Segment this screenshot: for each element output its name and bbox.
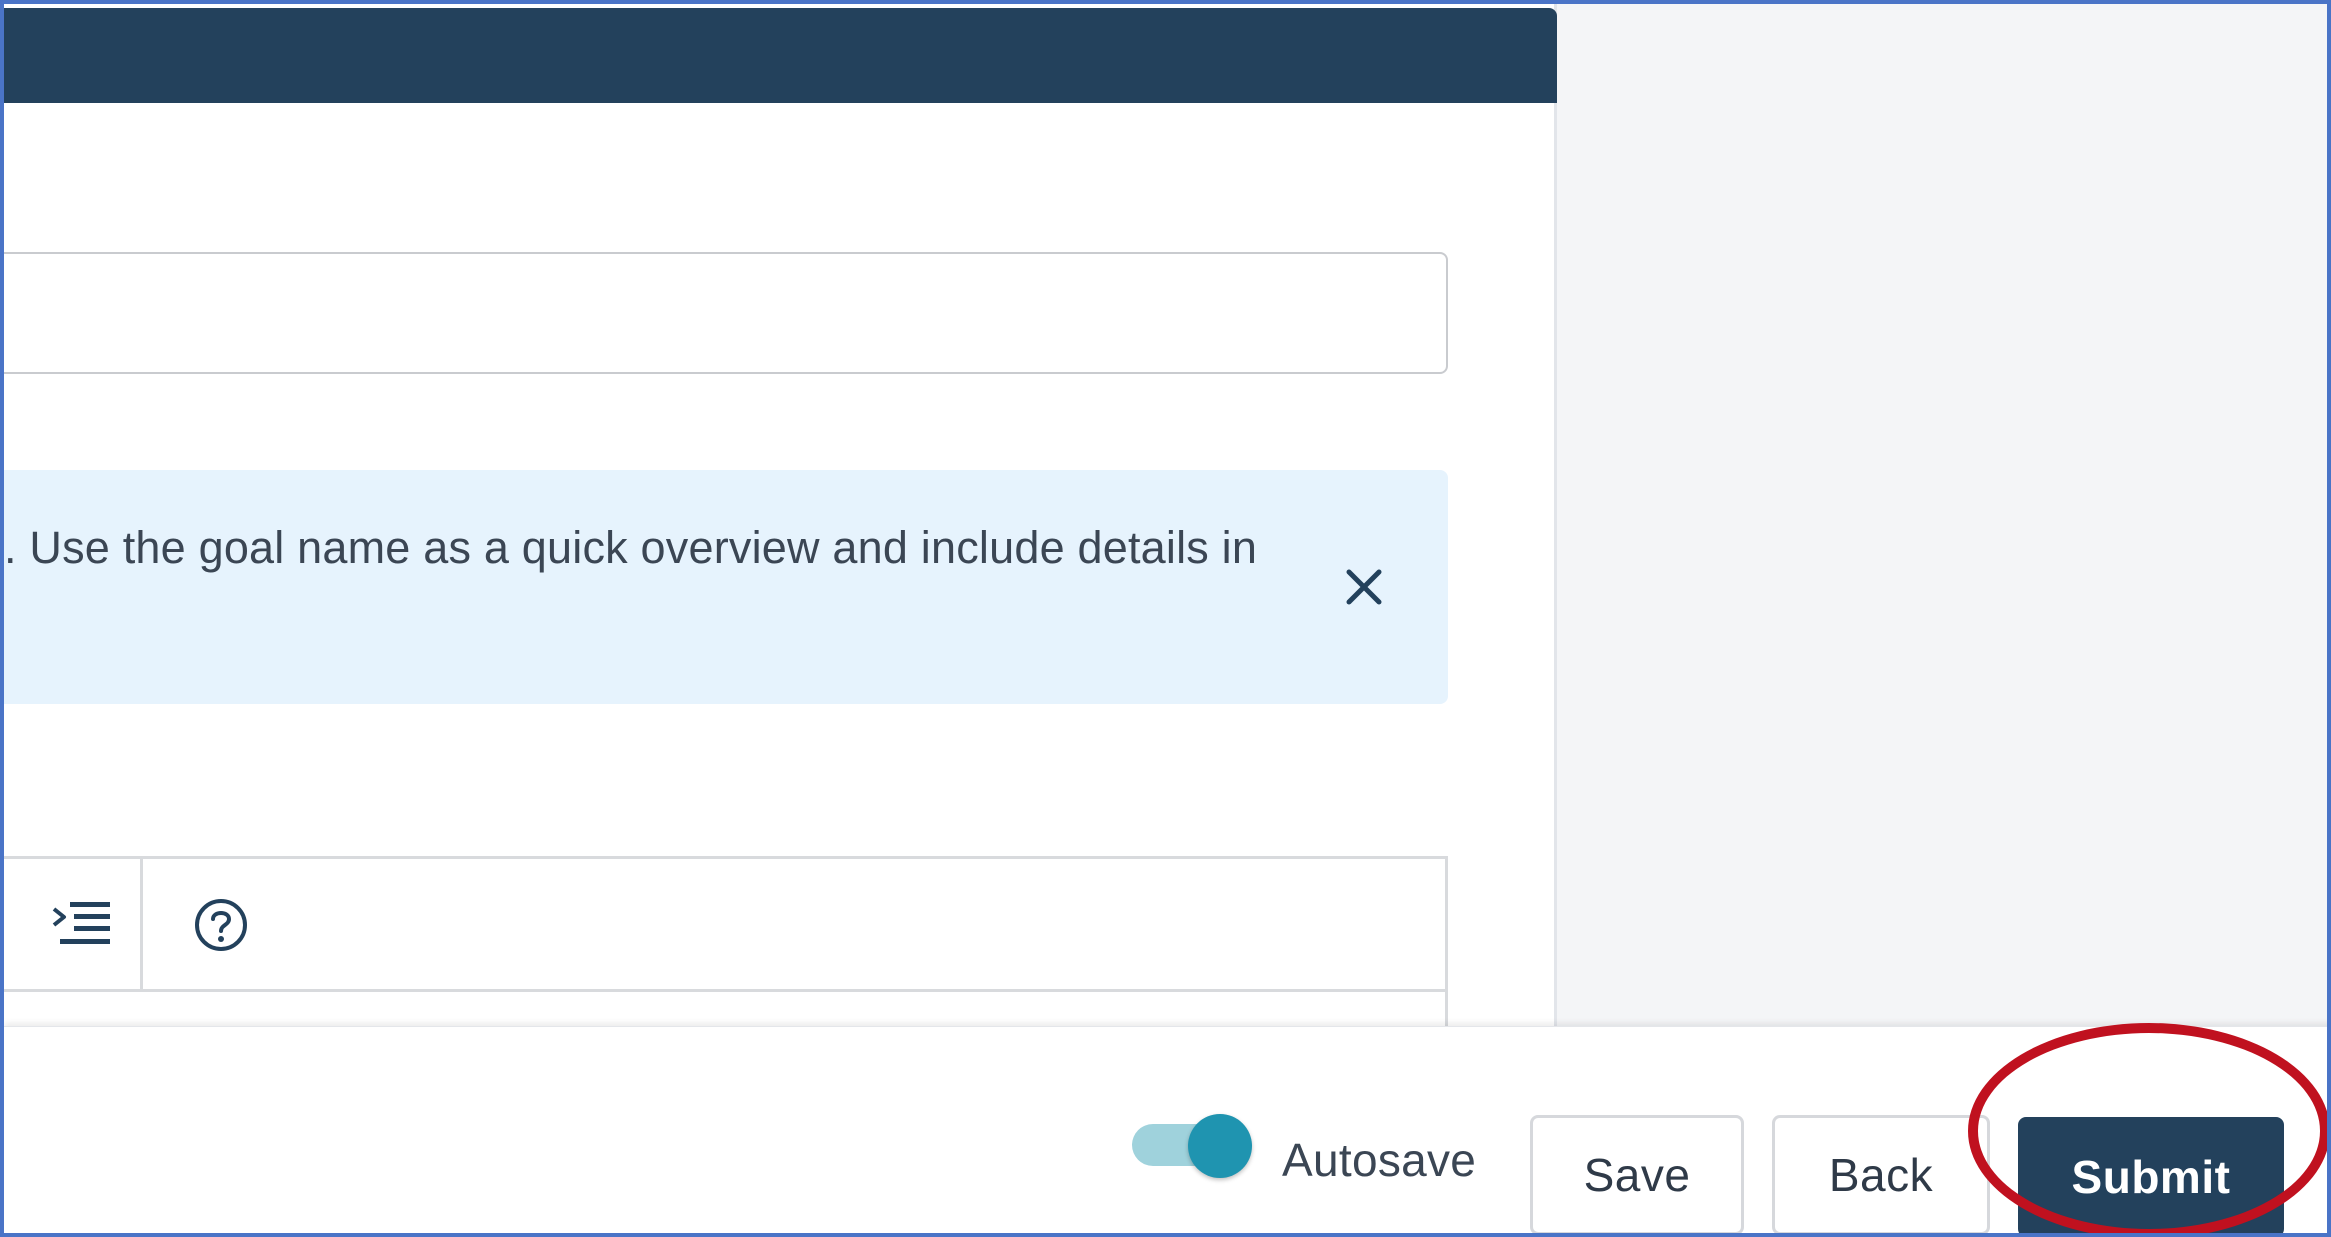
help-circle-icon[interactable] <box>193 897 249 953</box>
footer-action-bar: Autosave Save Back Submit <box>4 1026 2327 1233</box>
app-window: . Use the goal name as a quick overview … <box>0 0 2331 1237</box>
close-icon[interactable] <box>1339 562 1389 612</box>
autosave-toggle[interactable] <box>1126 1107 1256 1178</box>
toggle-knob <box>1188 1114 1252 1178</box>
form-header-bar <box>4 8 1557 103</box>
submit-button[interactable]: Submit <box>2018 1117 2284 1233</box>
editor-toolbar <box>4 859 1445 992</box>
goal-name-input[interactable] <box>4 252 1448 374</box>
indent-icon[interactable] <box>52 899 112 951</box>
toolbar-divider <box>140 859 143 989</box>
info-banner-text: . Use the goal name as a quick overview … <box>4 522 1258 573</box>
info-banner: . Use the goal name as a quick overview … <box>4 470 1448 704</box>
save-button[interactable]: Save <box>1530 1115 1744 1233</box>
autosave-label: Autosave <box>1282 1134 1477 1186</box>
back-button[interactable]: Back <box>1772 1115 1990 1233</box>
